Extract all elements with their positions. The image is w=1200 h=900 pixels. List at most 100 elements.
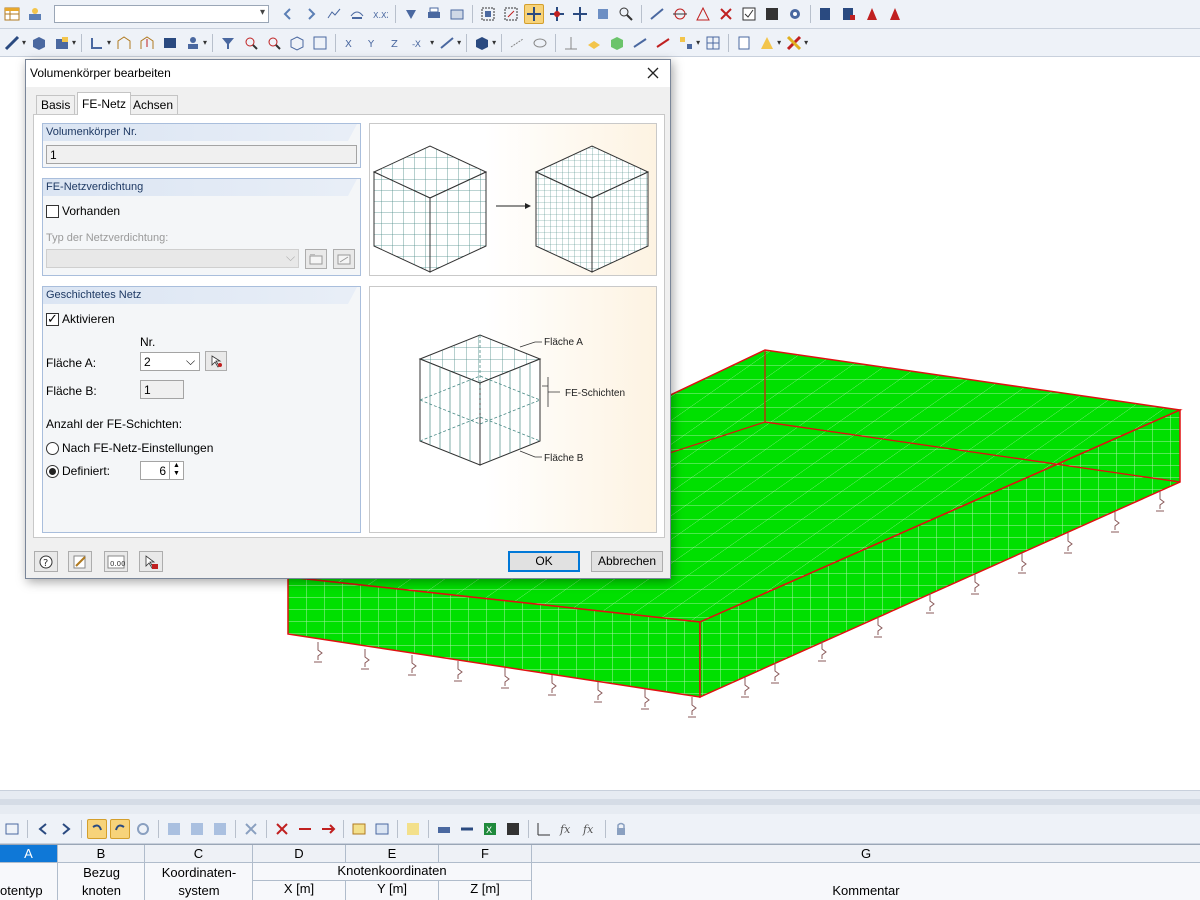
animation-icon[interactable] xyxy=(401,4,421,24)
user-icon[interactable] xyxy=(183,33,203,53)
axis-y-icon[interactable]: Y xyxy=(364,33,384,53)
results-icon[interactable] xyxy=(324,4,344,24)
dimension-icon[interactable] xyxy=(507,33,527,53)
column-header-y[interactable]: Y [m] xyxy=(346,881,439,900)
next-icon[interactable] xyxy=(301,4,321,24)
excel-icon[interactable]: X xyxy=(480,819,500,839)
renumber-icon[interactable] xyxy=(762,4,782,24)
help-button[interactable]: ? xyxy=(34,551,58,572)
module-icon[interactable] xyxy=(862,4,882,24)
load-case-combo[interactable] xyxy=(54,5,269,23)
print-table-icon[interactable] xyxy=(434,819,454,839)
previous-icon[interactable] xyxy=(278,4,298,24)
close-icon[interactable] xyxy=(642,62,664,84)
by-mesh-settings-radio[interactable] xyxy=(46,442,59,455)
calculator-icon[interactable] xyxy=(503,819,523,839)
export-icon[interactable] xyxy=(839,4,859,24)
undo-icon[interactable] xyxy=(87,818,107,839)
tab-fe-netz[interactable]: FE-Netz xyxy=(77,92,132,115)
pen-icon[interactable] xyxy=(2,33,22,53)
guideline-icon[interactable] xyxy=(561,33,581,53)
check-icon[interactable] xyxy=(739,4,759,24)
function-delete-icon[interactable]: fx xyxy=(580,819,600,839)
measure-icon[interactable] xyxy=(616,4,636,24)
move-icon[interactable] xyxy=(524,4,544,24)
support-icon[interactable] xyxy=(653,33,673,53)
column-letter-g[interactable]: G xyxy=(532,845,1200,863)
column-header-coordinate-system[interactable]: Koordinaten- system xyxy=(145,863,253,900)
structure-icon[interactable] xyxy=(114,33,134,53)
member-icon[interactable] xyxy=(630,33,650,53)
print-icon[interactable] xyxy=(424,4,444,24)
import-icon[interactable] xyxy=(457,819,477,839)
column-letter-f[interactable]: F xyxy=(439,845,532,863)
model-icon[interactable] xyxy=(52,33,72,53)
color-scale-icon[interactable] xyxy=(757,33,777,53)
column-letter-a[interactable]: A xyxy=(0,845,58,863)
refinement-type-select[interactable] xyxy=(46,249,299,268)
function-icon[interactable]: fx xyxy=(557,819,577,839)
user-settings-icon[interactable] xyxy=(25,4,45,24)
tab-basis[interactable]: Basis xyxy=(36,95,76,114)
iso-view-icon[interactable] xyxy=(287,33,307,53)
table-icon[interactable] xyxy=(2,4,22,24)
paste-icon[interactable] xyxy=(318,819,338,839)
print-graphic-icon[interactable] xyxy=(447,4,467,24)
load-icon[interactable] xyxy=(137,33,157,53)
comment-icon[interactable] xyxy=(530,33,550,53)
report-icon[interactable] xyxy=(816,4,836,24)
filter-icon[interactable] xyxy=(218,33,238,53)
chevron-down-icon[interactable]: ▾ xyxy=(804,38,808,47)
column-letter-b[interactable]: B xyxy=(58,845,145,863)
cut-icon[interactable] xyxy=(272,819,292,839)
chevron-down-icon[interactable]: ▾ xyxy=(457,38,461,47)
defined-radio[interactable] xyxy=(46,465,59,478)
display-icon[interactable] xyxy=(437,33,457,53)
chevron-down-icon[interactable]: ▾ xyxy=(72,38,76,47)
insert-row-icon[interactable] xyxy=(164,819,184,839)
table-nav-icon[interactable] xyxy=(2,819,22,839)
panel-splitter[interactable] xyxy=(0,790,1200,814)
column-letter-e[interactable]: E xyxy=(346,845,439,863)
pick-surface-button[interactable] xyxy=(205,351,227,371)
column-header-node-type[interactable]: otentyp xyxy=(0,863,58,900)
copy-icon[interactable] xyxy=(295,819,315,839)
render-icon[interactable] xyxy=(472,33,492,53)
refresh-icon[interactable] xyxy=(133,819,153,839)
cancel-button[interactable]: Abbrechen xyxy=(591,551,663,572)
refinement-present-checkbox[interactable] xyxy=(46,205,59,218)
chevron-down-icon[interactable]: ▾ xyxy=(107,38,111,47)
column-header-reference-node[interactable]: Bezug knoten xyxy=(58,863,145,900)
edit-icon[interactable] xyxy=(403,819,423,839)
surface-icon[interactable] xyxy=(584,33,604,53)
zoom-icon[interactable] xyxy=(570,4,590,24)
new-refinement-button[interactable] xyxy=(305,249,327,269)
column-header-comment[interactable]: Kommentar xyxy=(532,863,1200,900)
view-3d-icon[interactable] xyxy=(593,4,613,24)
chevron-down-icon[interactable]: ▾ xyxy=(203,38,207,47)
color-icon[interactable] xyxy=(784,33,804,53)
zoom-all-icon[interactable] xyxy=(264,33,284,53)
sort-icon[interactable] xyxy=(210,819,230,839)
delete-row-icon[interactable] xyxy=(187,819,207,839)
tab-achsen[interactable]: Achsen xyxy=(128,95,179,114)
edit-refinement-button[interactable] xyxy=(333,249,355,269)
units-button[interactable]: 0.00 xyxy=(104,551,128,572)
layers-stepper[interactable]: ▲ ▼ xyxy=(169,462,183,479)
section-icon[interactable] xyxy=(670,4,690,24)
edit-notes-button[interactable] xyxy=(68,551,92,572)
solid-icon[interactable] xyxy=(607,33,627,53)
max-min-icon[interactable]: X.XX xyxy=(370,4,390,24)
rotate-icon[interactable] xyxy=(547,4,567,24)
column-letter-c[interactable]: C xyxy=(145,845,253,863)
column-icon[interactable] xyxy=(349,819,369,839)
gear-icon[interactable] xyxy=(785,4,805,24)
previous-table-icon[interactable] xyxy=(33,819,53,839)
row-icon[interactable] xyxy=(372,819,392,839)
addon-icon[interactable] xyxy=(885,4,905,24)
column-header-x[interactable]: X [m] xyxy=(253,881,346,900)
dialog-titlebar[interactable]: Volumenkörper bearbeiten xyxy=(26,60,670,87)
chevron-down-icon[interactable]: ▾ xyxy=(430,38,434,47)
triangle-icon[interactable] xyxy=(693,4,713,24)
line-icon[interactable] xyxy=(647,4,667,24)
